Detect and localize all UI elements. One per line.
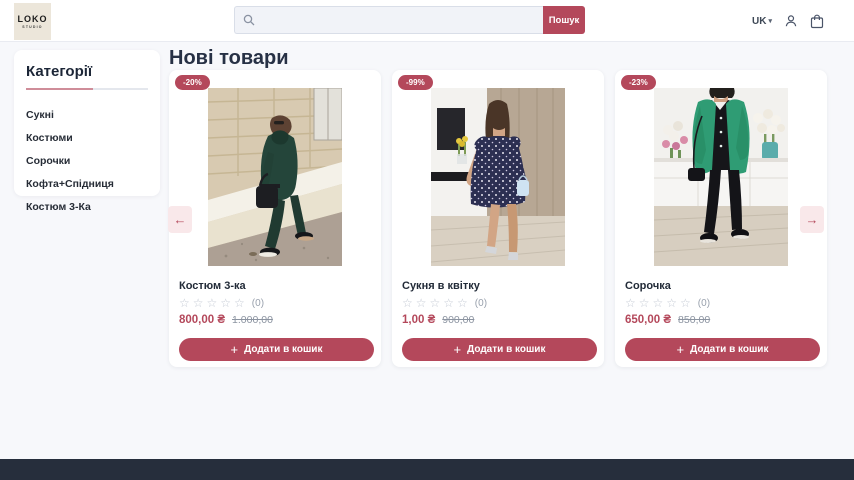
categories-title: Категорії — [26, 63, 148, 80]
discount-badge: -20% — [175, 75, 210, 90]
plus-icon: + — [677, 343, 685, 356]
arrow-right-icon: → — [806, 212, 819, 227]
product-carousel: -20% — [169, 70, 827, 367]
rating-count: (0) — [252, 298, 264, 309]
product-image[interactable] — [208, 88, 342, 266]
star-rating-icons: ☆☆☆☆☆ — [402, 296, 471, 310]
sidebar-item-kostyumy[interactable]: Костюми — [26, 126, 148, 149]
search-field-wrap — [234, 6, 543, 34]
old-price: 850,00 — [678, 314, 710, 326]
product-info: Сорочка ☆☆☆☆☆ (0) 650,00 ₴ 850,00 + Дода… — [615, 280, 827, 361]
logo-subtitle: STUDIO — [22, 25, 42, 29]
rating-count: (0) — [475, 298, 487, 309]
categories-divider — [26, 88, 148, 90]
product-info: Костюм 3-ка ☆☆☆☆☆ (0) 800,00 ₴ 1.000,00 … — [169, 280, 381, 361]
current-price: 1,00 ₴ — [402, 314, 435, 326]
header: LOKO STUDIO Пошук UK ▾ — [0, 0, 854, 42]
categories-list: Сукні Костюми Сорочки Кофта+Спідниця Кос… — [26, 103, 148, 218]
search-icon — [243, 14, 255, 26]
product-prices: 650,00 ₴ 850,00 — [625, 314, 817, 326]
rating-count: (0) — [698, 298, 710, 309]
language-value: UK — [752, 16, 766, 27]
star-rating-icons: ☆☆☆☆☆ — [625, 296, 694, 310]
current-price: 650,00 ₴ — [625, 314, 671, 326]
product-prices: 1,00 ₴ 900,00 — [402, 314, 594, 326]
add-to-cart-button[interactable]: + Додати в кошик — [625, 338, 820, 361]
page-title: Нові товари — [169, 47, 288, 70]
plus-icon: + — [454, 343, 462, 356]
sidebar-item-sorochky[interactable]: Сорочки — [26, 149, 148, 172]
product-rating: ☆☆☆☆☆ (0) — [179, 296, 371, 310]
product-card: -20% — [169, 70, 381, 367]
arrow-left-icon: ← — [174, 212, 187, 227]
sidebar-item-sukni[interactable]: Сукні — [26, 103, 148, 126]
product-card: -99% — [392, 70, 604, 367]
product-rating: ☆☆☆☆☆ (0) — [402, 296, 594, 310]
add-to-cart-button[interactable]: + Додати в кошик — [402, 338, 597, 361]
carousel-next-button[interactable]: → — [800, 206, 824, 233]
logo[interactable]: LOKO STUDIO — [14, 3, 51, 40]
add-to-cart-button[interactable]: + Додати в кошик — [179, 338, 374, 361]
carousel-prev-button[interactable]: ← — [168, 206, 192, 233]
product-image[interactable] — [431, 88, 565, 266]
discount-badge: -99% — [398, 75, 433, 90]
product-card: -23% — [615, 70, 827, 367]
header-actions: UK ▾ — [752, 0, 824, 42]
old-price: 900,00 — [442, 314, 474, 326]
product-image[interactable] — [654, 88, 788, 266]
star-rating-icons: ☆☆☆☆☆ — [179, 296, 248, 310]
cart-icon[interactable] — [810, 14, 824, 29]
add-to-cart-label: Додати в кошик — [467, 344, 545, 355]
product-title[interactable]: Сукня в квітку — [402, 280, 594, 292]
sidebar-item-kofta-spidnytsia[interactable]: Кофта+Спідниця — [26, 172, 148, 195]
add-to-cart-label: Додати в кошик — [244, 344, 322, 355]
product-title[interactable]: Сорочка — [625, 280, 817, 292]
account-icon[interactable] — [784, 14, 798, 28]
product-info: Сукня в квітку ☆☆☆☆☆ (0) 1,00 ₴ 900,00 +… — [392, 280, 604, 361]
sidebar-item-kostyum-3ka[interactable]: Костюм 3-Ка — [26, 195, 148, 218]
product-prices: 800,00 ₴ 1.000,00 — [179, 314, 371, 326]
product-rating: ☆☆☆☆☆ (0) — [625, 296, 817, 310]
footer-bar — [0, 459, 854, 480]
chevron-down-icon: ▾ — [768, 17, 772, 25]
current-price: 800,00 ₴ — [179, 314, 225, 326]
logo-title: LOKO — [18, 14, 48, 24]
discount-badge: -23% — [621, 75, 656, 90]
search-button[interactable]: Пошук — [543, 6, 585, 34]
product-title[interactable]: Костюм 3-ка — [179, 280, 371, 292]
old-price: 1.000,00 — [232, 314, 273, 326]
plus-icon: + — [231, 343, 239, 356]
language-selector[interactable]: UK ▾ — [752, 16, 772, 27]
add-to-cart-label: Додати в кошик — [690, 344, 768, 355]
search-input[interactable] — [261, 14, 543, 26]
categories-panel: Категорії Сукні Костюми Сорочки Кофта+Сп… — [14, 50, 160, 196]
search-bar: Пошук — [234, 6, 585, 34]
